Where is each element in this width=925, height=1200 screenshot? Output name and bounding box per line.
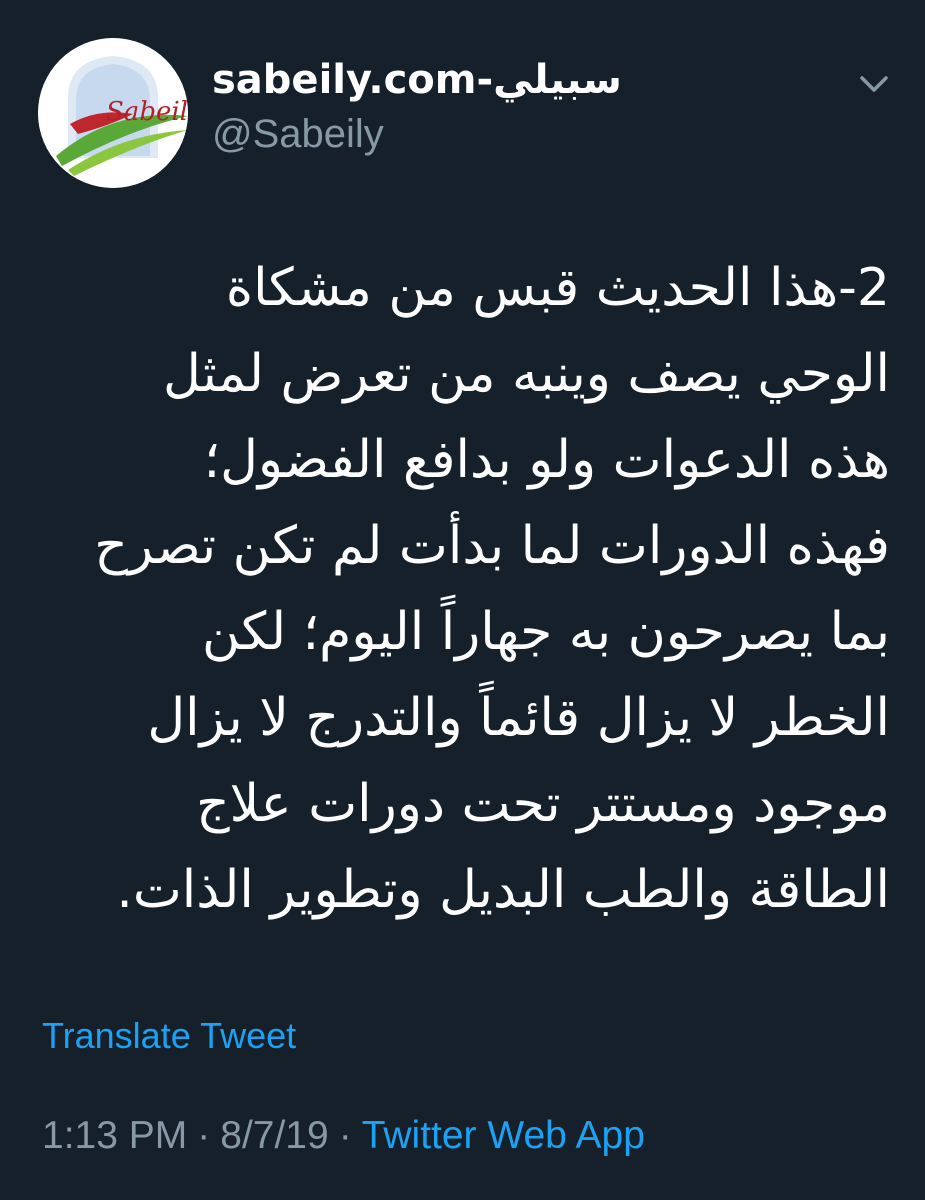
translate-tweet-link[interactable]: Translate Tweet bbox=[42, 1014, 296, 1058]
meta-separator: · bbox=[338, 1114, 352, 1157]
author-avatar[interactable]: Sabeily bbox=[38, 38, 188, 188]
sabeily-logo-avatar: Sabeily bbox=[38, 38, 188, 188]
meta-separator: · bbox=[197, 1114, 211, 1157]
tweet-date[interactable]: 8/7/19 bbox=[220, 1114, 328, 1157]
tweet-text: 2-هذا الحديث قبس من مشكاة الوحي يصف وينب… bbox=[94, 258, 890, 920]
avatar-logo-text: Sabeily bbox=[106, 97, 188, 127]
chevron-down-icon[interactable] bbox=[856, 66, 892, 102]
tweet-source-link[interactable]: Twitter Web App bbox=[362, 1114, 645, 1157]
author-display-name[interactable]: sabeily.com-سبيلي bbox=[212, 56, 622, 104]
tweet-time[interactable]: 1:13 PM bbox=[42, 1114, 187, 1157]
author-handle[interactable]: @Sabeily bbox=[212, 110, 384, 158]
tweet-card: Sabeily sabeily.com-سبيلي @Sabeily 2-هذا… bbox=[0, 0, 925, 1200]
tweet-metadata: 1:13 PM · 8/7/19 · Twitter Web App bbox=[42, 1113, 645, 1159]
